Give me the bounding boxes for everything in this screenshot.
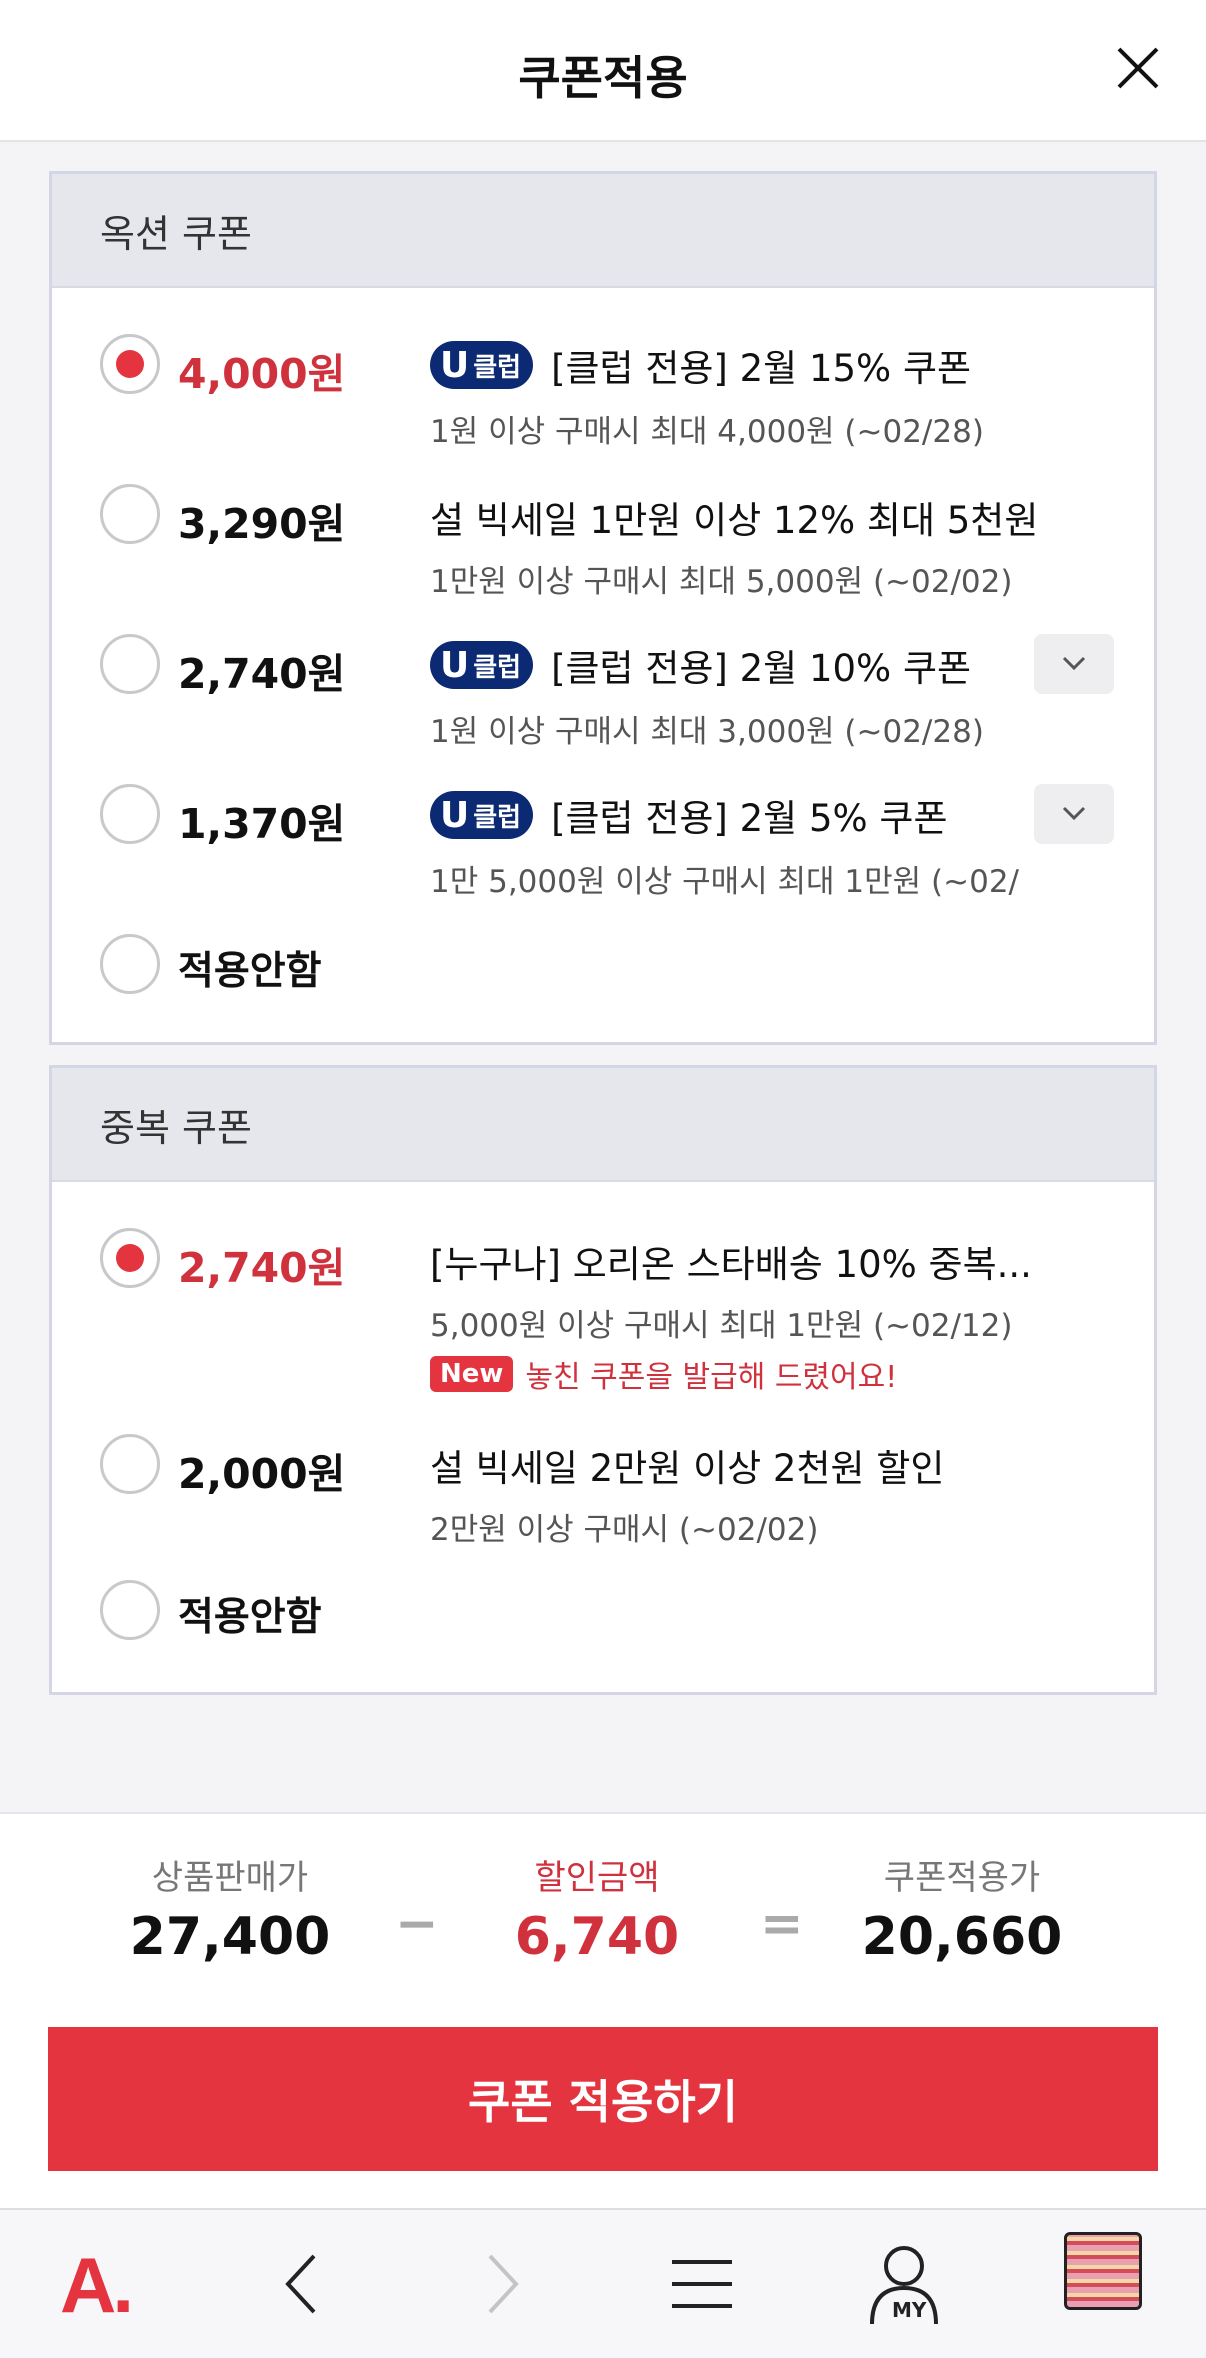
back-button[interactable] [252,2240,352,2330]
coupon-radio[interactable] [100,1434,160,1494]
coupon-condition: 5,000원 이상 구매시 최대 1만원 (~02/12) [430,1308,1013,1344]
product-thumbnail[interactable] [1064,2232,1142,2310]
menu-icon [672,2260,732,2308]
sale-price: 상품판매가 27,400 [70,1850,390,1967]
equals-sign: = [760,1894,804,1954]
coupon-amount: 4,000원 [178,350,346,398]
coupon-amount: 2,000원 [178,1450,346,1498]
coupon-radio[interactable] [100,1580,160,1640]
discount-amount: 할인금액 6,740 [437,1850,757,1967]
none-label: 적용안함 [178,949,322,994]
discount-value: 6,740 [514,1907,680,1967]
my-label: MY [892,2298,927,2322]
coupon-amount: 3,290원 [178,500,346,548]
sale-price-value: 27,400 [129,1907,331,1967]
coupon-title: 설 빅세일 1만원 이상 12% 최대 5천원 [430,499,1039,542]
coupon-radio[interactable] [100,484,160,544]
bottom-nav: A. MY [0,2208,1206,2358]
home-logo[interactable]: A. [60,2240,134,2331]
coupon-title: U 클럽 [클럽 전용] 2월 10% 쿠폰 [430,638,971,692]
expand-button[interactable] [1034,634,1114,694]
final-price-label: 쿠폰적용가 [883,1858,1041,1898]
discount-label: 할인금액 [534,1858,660,1898]
coupon-title: U 클럽 [클럽 전용] 2월 5% 쿠폰 [430,788,948,842]
menu-button[interactable] [652,2240,752,2330]
coupon-amount: 2,740원 [178,1244,346,1292]
coupon-amount: 2,740원 [178,650,346,698]
none-label: 적용안함 [178,1595,322,1640]
coupon-condition: 1원 이상 구매시 최대 4,000원 (~02/28) [430,414,984,450]
club-badge: U 클럽 [430,341,534,389]
forward-button[interactable] [452,2240,552,2330]
apply-coupon-button[interactable]: 쿠폰 적용하기 [48,2027,1158,2171]
coupon-condition: 1만 5,000원 이상 구매시 최대 1만원 (~02/ [430,864,1019,900]
coupon-radio[interactable] [100,784,160,844]
sale-price-label: 상품판매가 [151,1858,309,1898]
coupon-radio[interactable] [100,634,160,694]
coupon-condition: 2만원 이상 구매시 (~02/02) [430,1512,819,1548]
close-icon [1117,47,1159,89]
duplicate-coupon-section: 중복 쿠폰 2,740원 [누구나] 오리온 스타배송 10% 중복... 5,… [49,1065,1157,1695]
section-title: 옥션 쿠폰 [52,174,1154,288]
expand-button[interactable] [1034,784,1114,844]
final-price-value: 20,660 [861,1907,1063,1967]
coupon-title: U 클럽 [클럽 전용] 2월 15% 쿠폰 [430,338,971,392]
final-price: 쿠폰적용가 20,660 [802,1850,1122,1967]
club-badge: U 클럽 [430,791,534,839]
chevron-right-icon [488,2254,519,2314]
coupon-condition: 1원 이상 구매시 최대 3,000원 (~02/28) [430,714,984,750]
chevron-down-icon [1062,656,1086,671]
coupon-title: [누구나] 오리온 스타배송 10% 중복... [430,1243,1032,1286]
section-title: 중복 쿠폰 [52,1068,1154,1182]
coupon-radio[interactable] [100,334,160,394]
header: 쿠폰적용 [0,0,1206,142]
option-coupon-section: 옥션 쿠폰 4,000원 U 클럽 [클럽 전용] 2월 15% 쿠폰 1원 이상… [49,171,1157,1045]
coupon-radio[interactable] [100,1228,160,1288]
chevron-left-icon [285,2254,316,2314]
new-coupon-notice: New 놓친 쿠폰을 발급해 드렸어요! [430,1352,897,1396]
minus-sign: − [395,1894,439,1954]
new-badge: New [430,1356,514,1392]
coupon-title: 설 빅세일 2만원 이상 2천원 할인 [430,1447,945,1490]
close-button[interactable] [1116,46,1160,90]
club-badge: U 클럽 [430,641,534,689]
coupon-radio[interactable] [100,934,160,994]
my-page-button[interactable]: MY [854,2240,954,2330]
chevron-down-icon [1062,806,1086,821]
coupon-amount: 1,370원 [178,800,346,848]
coupon-condition: 1만원 이상 구매시 최대 5,000원 (~02/02) [430,564,1013,600]
coupon-apply-page: 쿠폰적용 옥션 쿠폰 4,000원 U 클럽 [클럽 전용] 2월 15% 쿠폰 … [0,0,1206,2358]
page-title: 쿠폰적용 [518,51,688,105]
